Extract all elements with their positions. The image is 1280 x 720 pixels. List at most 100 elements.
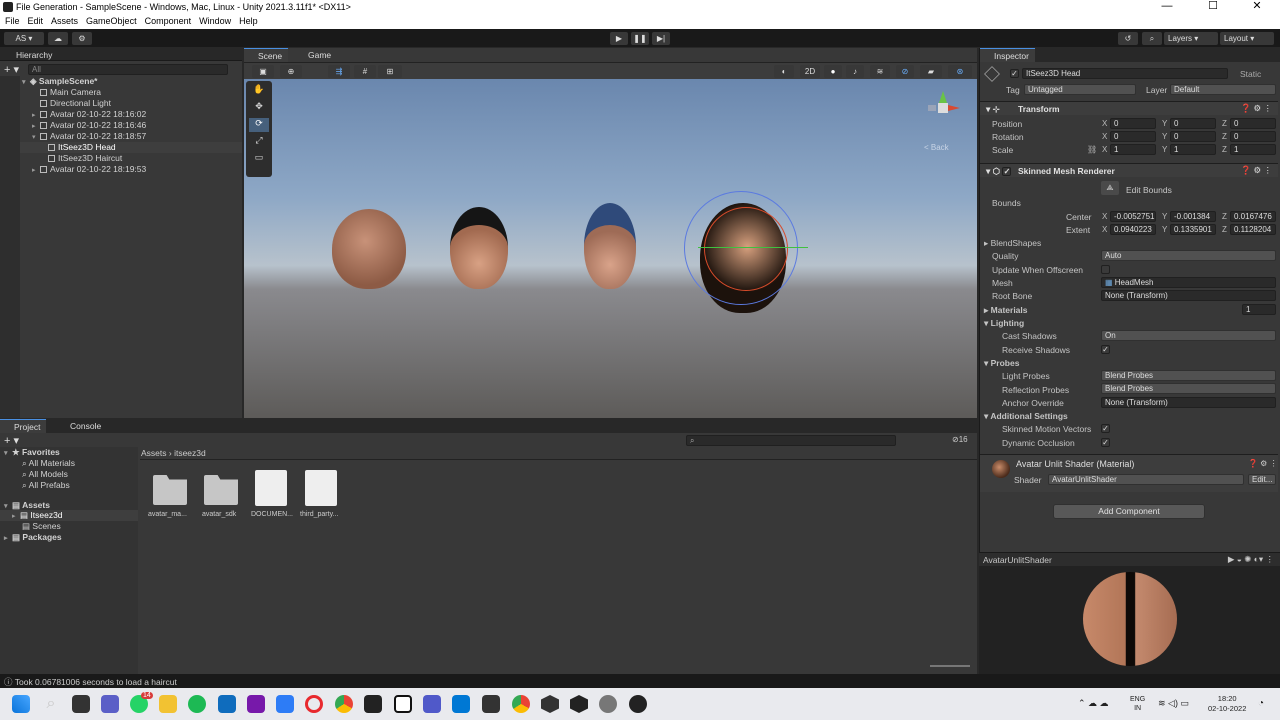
- hierarchy-item[interactable]: ▸ Avatar 02-10-22 18:16:46: [32, 120, 146, 131]
- history-icon[interactable]: ↺: [1118, 32, 1138, 45]
- hierarchy-item[interactable]: ▸ Avatar 02-10-22 18:16:02: [32, 109, 146, 120]
- cast-shadows-dropdown[interactable]: On: [1101, 330, 1276, 341]
- hierarchy-item[interactable]: Directional Light: [40, 98, 111, 109]
- step-button[interactable]: ▶|: [652, 32, 670, 45]
- blendshapes-foldout[interactable]: ▸ BlendShapes: [982, 237, 1278, 250]
- tab-game[interactable]: Game: [294, 48, 337, 62]
- menu-gameobject[interactable]: GameObject: [81, 15, 140, 26]
- tab-inspector[interactable]: Inspector: [980, 48, 1035, 62]
- preview-controls-icon[interactable]: ▶ ◒ ✺ ◐▾ ⋮: [1228, 554, 1274, 565]
- favorite-item[interactable]: ⌕ All Materials: [22, 458, 75, 469]
- render-mode-icon[interactable]: ◐: [774, 65, 794, 78]
- favorite-item[interactable]: ⌕ All Models: [22, 469, 68, 480]
- gizmos-icon[interactable]: ⊛: [948, 65, 972, 78]
- shader-edit-button[interactable]: Edit...: [1248, 474, 1276, 485]
- center-y-field[interactable]: -0.001384: [1170, 211, 1216, 222]
- play-button[interactable]: ▶: [610, 32, 628, 45]
- global-icon[interactable]: ⇶: [328, 65, 350, 78]
- menu-window[interactable]: Window: [194, 15, 234, 26]
- todo-icon[interactable]: [276, 695, 294, 713]
- lighting-foldout[interactable]: ▾ Lighting: [982, 317, 1278, 330]
- quality-dropdown[interactable]: Auto: [1101, 250, 1276, 261]
- receive-shadows-checkbox[interactable]: ✓: [1101, 345, 1110, 354]
- extent-x-field[interactable]: 0.0940223: [1110, 224, 1156, 235]
- chrome-profile-icon[interactable]: [512, 695, 530, 713]
- position-z-field[interactable]: 0: [1230, 118, 1276, 129]
- hidden-objects-icon[interactable]: ⊘: [896, 65, 914, 78]
- mesh-field[interactable]: ▦ HeadMesh: [1101, 277, 1276, 288]
- hierarchy-item[interactable]: ItSeez3D Haircut: [48, 153, 122, 164]
- link-icon[interactable]: ⛓: [1087, 145, 1097, 154]
- materials-foldout[interactable]: ▸ Materials: [982, 304, 1278, 317]
- create-icon[interactable]: + ▾: [4, 434, 19, 447]
- scale-z-field[interactable]: 1: [1230, 144, 1276, 155]
- smr-enabled-checkbox[interactable]: ✓: [1002, 167, 1012, 176]
- favorite-item[interactable]: ⌕ All Prefabs: [22, 480, 70, 491]
- scale-y-field[interactable]: 1: [1170, 144, 1216, 155]
- update-offscreen-checkbox[interactable]: [1101, 265, 1110, 274]
- rotate-tool-icon[interactable]: ⟳: [249, 118, 269, 132]
- rotation-y-field[interactable]: 0: [1170, 131, 1216, 142]
- rect-tool-icon[interactable]: ▭: [249, 152, 269, 166]
- object-name-input[interactable]: ItSeez3D Head: [1022, 68, 1228, 79]
- tab-console[interactable]: Console: [56, 419, 107, 433]
- center-z-field[interactable]: 0.0167476: [1230, 211, 1276, 222]
- transform-header[interactable]: ▾ ⊹ Transform ❓ ⚙ ⋮: [980, 101, 1278, 115]
- app-icon[interactable]: [482, 695, 500, 713]
- rotation-x-field[interactable]: 0: [1110, 131, 1156, 142]
- rotate-gizmo-x[interactable]: [704, 207, 788, 291]
- menu-edit[interactable]: Edit: [23, 15, 47, 26]
- file-explorer-icon[interactable]: [159, 695, 177, 713]
- network-volume-battery-icons[interactable]: ≋ ◁) ▭: [1158, 698, 1189, 709]
- orientation-gizmo[interactable]: [928, 91, 960, 121]
- active-checkbox[interactable]: ✓: [1010, 69, 1019, 78]
- component-menu-icon[interactable]: ❓ ⚙ ⋮: [1248, 459, 1278, 468]
- edit-bounds-icon[interactable]: ⟁: [1101, 181, 1119, 195]
- reflection-probes-dropdown[interactable]: Blend Probes: [1101, 383, 1276, 394]
- layers-dropdown[interactable]: Layers ▾: [1164, 32, 1218, 45]
- hierarchy-item[interactable]: ▾ Avatar 02-10-22 18:18:57: [32, 131, 146, 142]
- preview-area[interactable]: [979, 566, 1280, 674]
- asset-folder-selected[interactable]: ▸ ▤ Itseez3d: [0, 510, 138, 521]
- cloud-icon[interactable]: ☁: [48, 32, 68, 45]
- tab-scene[interactable]: Scene: [244, 48, 289, 62]
- vscode-icon[interactable]: [452, 695, 470, 713]
- favorites-node[interactable]: ▾ ★ Favorites: [4, 447, 60, 458]
- search-icon[interactable]: ⌕: [42, 695, 60, 713]
- packages-node[interactable]: ▸ ▤ Packages: [4, 532, 62, 543]
- additional-settings-foldout[interactable]: ▾ Additional Settings: [982, 410, 1278, 423]
- terminal-icon[interactable]: [364, 695, 382, 713]
- avatar-head-bald[interactable]: [332, 209, 406, 289]
- menu-assets[interactable]: Assets: [46, 15, 81, 26]
- snap-icon[interactable]: ⊞: [378, 65, 402, 78]
- teams-icon[interactable]: [423, 695, 441, 713]
- chrome-icon[interactable]: [335, 695, 353, 713]
- notifications-icon[interactable]: ◔: [1258, 698, 1264, 709]
- github-icon[interactable]: [629, 695, 647, 713]
- hierarchy-item[interactable]: Main Camera: [40, 87, 101, 98]
- position-y-field[interactable]: 0: [1170, 118, 1216, 129]
- language-indicator[interactable]: ENG IN: [1130, 695, 1145, 713]
- unity-hub-icon[interactable]: [541, 695, 559, 713]
- layout-dropdown[interactable]: Layout ▾: [1220, 32, 1274, 45]
- hand-tool-icon[interactable]: ✋: [249, 84, 269, 98]
- component-menu-icon[interactable]: ❓ ⚙ ⋮: [1241, 165, 1272, 176]
- spotify-icon[interactable]: [188, 695, 206, 713]
- asset-folder[interactable]: ▤ Scenes: [22, 521, 61, 532]
- menu-help[interactable]: Help: [234, 15, 261, 26]
- pivot-icon[interactable]: ⊕: [280, 65, 302, 78]
- hierarchy-item[interactable]: ▸ Avatar 02-10-22 18:19:53: [32, 164, 146, 175]
- icon-size-slider[interactable]: [930, 665, 970, 667]
- task-view-icon[interactable]: [72, 695, 90, 713]
- scene-root[interactable]: ▾ ◈ SampleScene*: [22, 76, 98, 87]
- breadcrumb-item[interactable]: itseez3d: [174, 448, 206, 458]
- scale-x-field[interactable]: 1: [1110, 144, 1156, 155]
- material-name[interactable]: Avatar Unlit Shader (Material): [1016, 459, 1134, 469]
- hierarchy-search-input[interactable]: All: [28, 64, 228, 75]
- skinned-motion-checkbox[interactable]: ✓: [1101, 424, 1110, 433]
- materials-count[interactable]: 1: [1242, 304, 1276, 315]
- move-tool-icon[interactable]: ✥: [249, 101, 269, 115]
- smr-header[interactable]: ▾ ⬡ ✓ Skinned Mesh Renderer ❓ ⚙ ⋮: [980, 163, 1278, 177]
- tag-dropdown[interactable]: Untagged: [1024, 84, 1136, 95]
- position-x-field[interactable]: 0: [1110, 118, 1156, 129]
